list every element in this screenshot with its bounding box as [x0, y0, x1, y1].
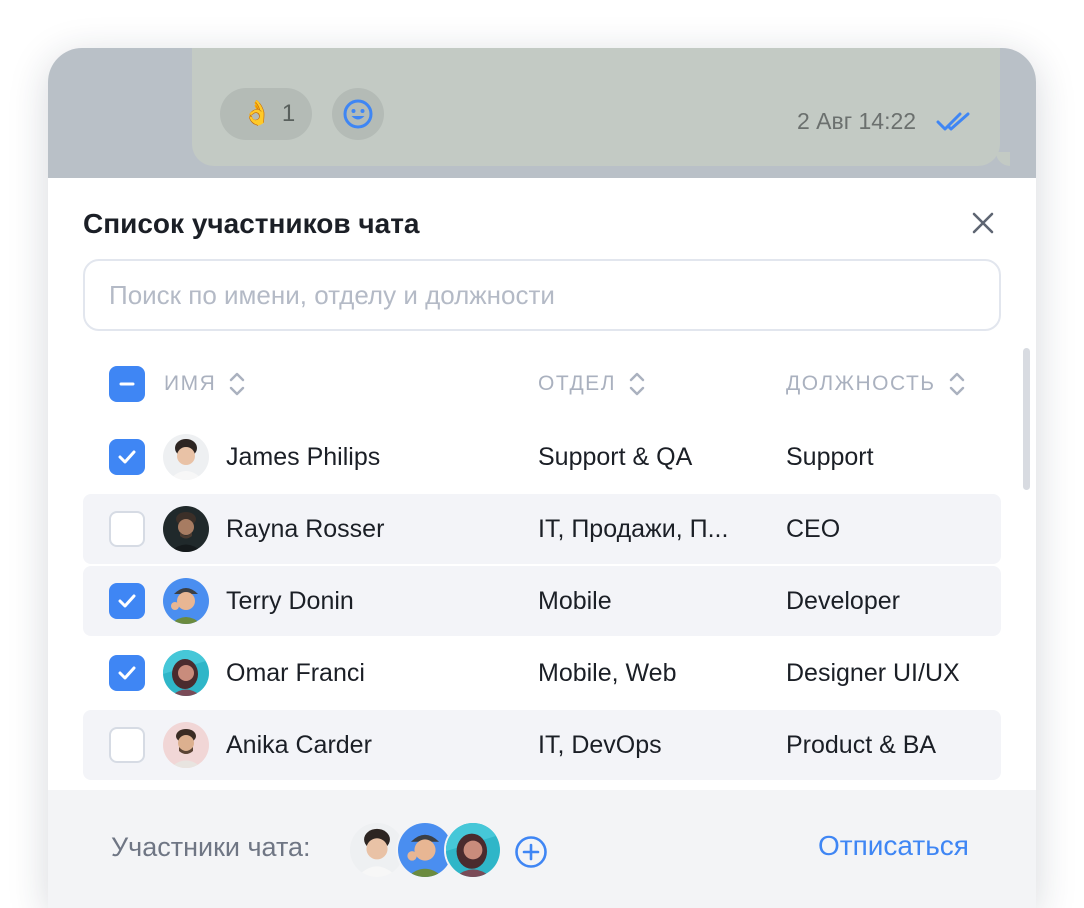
chat-members-label: Участники чата: — [111, 832, 311, 862]
member-position: Support — [786, 442, 874, 471]
chat-background: 👌 1 2 Авг 14:22 — [48, 48, 1036, 178]
check-icon — [118, 594, 136, 608]
sort-icon — [228, 371, 246, 397]
table-row[interactable]: Rayna Rosser IT, Продажи, П... CEO — [83, 494, 1001, 564]
avatar — [163, 434, 209, 480]
table-header: Имя Отдел Должность — [83, 358, 1001, 410]
column-header-name[interactable]: Имя — [164, 358, 246, 410]
avatar — [163, 650, 209, 696]
reaction-chip[interactable]: 👌 1 — [220, 88, 312, 140]
sort-icon — [948, 371, 966, 397]
member-name: Omar Franci — [226, 658, 365, 687]
member-name: James Philips — [226, 442, 381, 471]
minus-icon — [119, 382, 135, 386]
message-time: 2 Авг 14:22 — [797, 108, 917, 134]
check-icon — [118, 450, 136, 464]
avatar — [163, 578, 209, 624]
table-row[interactable]: Anika Carder IT, DevOps Product & BA — [83, 710, 1001, 780]
table-row[interactable]: Terry Donin Mobile Developer — [83, 566, 1001, 636]
row-checkbox[interactable] — [109, 655, 145, 691]
search-input[interactable] — [83, 259, 1001, 331]
ok-hand-emoji: 👌 — [242, 100, 272, 127]
member-avatars[interactable] — [348, 821, 508, 879]
message-bubble[interactable] — [192, 48, 1000, 166]
column-header-department[interactable]: Отдел — [538, 358, 646, 410]
row-checkbox[interactable] — [109, 511, 145, 547]
add-reaction-button[interactable] — [332, 88, 384, 140]
column-header-name-label: Имя — [164, 372, 217, 395]
member-department: Mobile — [538, 586, 612, 615]
unsubscribe-link[interactable]: Отписаться — [818, 830, 969, 862]
column-header-department-label: Отдел — [538, 372, 616, 395]
member-name: Anika Carder — [226, 730, 372, 759]
member-name: Terry Donin — [226, 586, 354, 615]
members-panel: Список участников чата Имя Отдел — [48, 178, 1036, 908]
table-row[interactable]: Omar Franci Mobile, Web Designer UI/UX — [83, 638, 1001, 708]
smile-icon — [343, 99, 373, 129]
reaction-count: 1 — [281, 100, 296, 127]
avatar — [163, 722, 209, 768]
panel-title: Список участников чата — [83, 208, 420, 239]
close-icon — [972, 212, 994, 234]
member-department: IT, DevOps — [538, 730, 662, 759]
member-department: IT, Продажи, П... — [538, 514, 729, 543]
select-all-checkbox[interactable] — [109, 366, 145, 402]
scrollbar[interactable] — [1023, 348, 1030, 490]
sort-icon — [628, 371, 646, 397]
column-header-position[interactable]: Должность — [786, 358, 966, 410]
member-position: CEO — [786, 514, 841, 543]
plus-circle-icon[interactable] — [514, 835, 548, 869]
avatar — [444, 821, 502, 879]
member-department: Mobile, Web — [538, 658, 677, 687]
member-position: Designer UI/UX — [786, 658, 960, 687]
message-bubble-tail — [996, 152, 1010, 166]
row-checkbox[interactable] — [109, 583, 145, 619]
members-footer: Участники чата: Отписаться — [48, 790, 1036, 908]
member-position: Developer — [786, 586, 900, 615]
double-check-icon — [936, 112, 970, 131]
row-checkbox[interactable] — [109, 439, 145, 475]
member-name: Rayna Rosser — [226, 514, 385, 543]
avatar — [163, 506, 209, 552]
column-header-position-label: Должность — [786, 372, 936, 395]
row-checkbox[interactable] — [109, 727, 145, 763]
member-position: Product & BA — [786, 730, 937, 759]
check-icon — [118, 666, 136, 680]
chat-window: 👌 1 2 Авг 14:22 Список участников чата П… — [48, 48, 1036, 908]
table-row[interactable]: James Philips Support & QA Support — [83, 422, 1001, 492]
close-button[interactable] — [968, 208, 998, 238]
member-department: Support & QA — [538, 442, 693, 471]
